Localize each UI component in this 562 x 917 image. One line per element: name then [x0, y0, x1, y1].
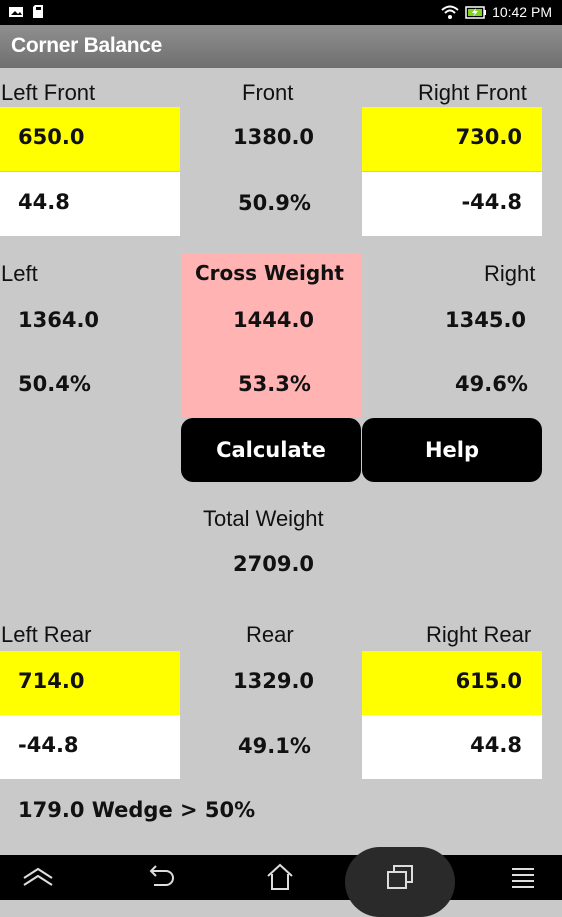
- left-rear-diff: -44.8: [18, 733, 79, 757]
- wifi-icon: [441, 5, 459, 19]
- right-front-weight-field[interactable]: 730.0: [362, 107, 542, 171]
- app-title: Corner Balance: [11, 34, 163, 57]
- cross-weight-box: Cross Weight 1444.0 53.3%: [181, 254, 361, 417]
- left-front-weight-field[interactable]: 650.0: [0, 107, 180, 171]
- right-front-diff: -44.8: [461, 190, 522, 214]
- right-label: Right: [484, 261, 536, 286]
- right-rear-label: Right Rear: [426, 622, 532, 647]
- back-icon[interactable]: [146, 865, 176, 889]
- right-front-label: Right Front: [418, 80, 527, 105]
- rear-label: Rear: [246, 622, 294, 647]
- rear-total-weight: 1329.0: [233, 669, 315, 693]
- left-front-diff: 44.8: [18, 190, 70, 214]
- menu-icon[interactable]: [510, 866, 536, 890]
- right-rear-diff: 44.8: [470, 733, 522, 757]
- left-rear-weight-field[interactable]: 714.0: [0, 651, 180, 715]
- status-bar: 10:42 PM: [0, 0, 562, 25]
- front-total-weight: 1380.0: [233, 125, 315, 149]
- wedge-text: 179.0 Wedge > 50%: [18, 798, 256, 822]
- right-side-percent: 49.6%: [455, 372, 528, 396]
- right-front-weight: 730.0: [455, 125, 522, 149]
- right-rear-weight: 615.0: [455, 669, 522, 693]
- photo-notification-icon: [9, 7, 23, 17]
- navigation-bar: [0, 847, 562, 917]
- app-bar: Corner Balance: [0, 25, 562, 68]
- help-button[interactable]: Help: [362, 418, 542, 482]
- left-rear-label: Left Rear: [1, 622, 92, 647]
- total-weight-value: 2709.0: [233, 552, 315, 576]
- rear-percent: 49.1%: [238, 734, 311, 758]
- left-rear-diff-box: -44.8: [0, 715, 180, 779]
- recent-apps-icon[interactable]: [385, 864, 415, 890]
- left-front-diff-box: 44.8: [0, 172, 180, 236]
- right-rear-weight-field[interactable]: 615.0: [362, 651, 542, 715]
- sd-card-icon: [33, 5, 43, 18]
- left-rear-weight: 714.0: [18, 669, 85, 693]
- right-front-diff-box: -44.8: [362, 172, 542, 236]
- calculate-button[interactable]: Calculate: [181, 418, 361, 482]
- left-front-weight: 650.0: [18, 125, 85, 149]
- chevron-up-icon[interactable]: [22, 866, 54, 888]
- front-percent: 50.9%: [238, 191, 311, 215]
- total-weight-label: Total Weight: [203, 506, 324, 531]
- left-side-percent: 50.4%: [18, 372, 91, 396]
- left-side-weight: 1364.0: [18, 308, 100, 332]
- right-rear-diff-box: 44.8: [362, 715, 542, 779]
- left-label: Left: [1, 261, 38, 286]
- left-front-label: Left Front: [1, 80, 96, 105]
- battery-charging-icon: [465, 6, 486, 19]
- cross-weight-label: Cross Weight: [195, 261, 344, 285]
- clock: 10:42 PM: [492, 4, 552, 20]
- home-icon[interactable]: [265, 863, 295, 891]
- cross-weight-percent: 53.3%: [238, 372, 311, 396]
- front-label: Front: [242, 80, 294, 105]
- right-side-weight: 1345.0: [445, 308, 527, 332]
- cross-weight-value: 1444.0: [233, 308, 315, 332]
